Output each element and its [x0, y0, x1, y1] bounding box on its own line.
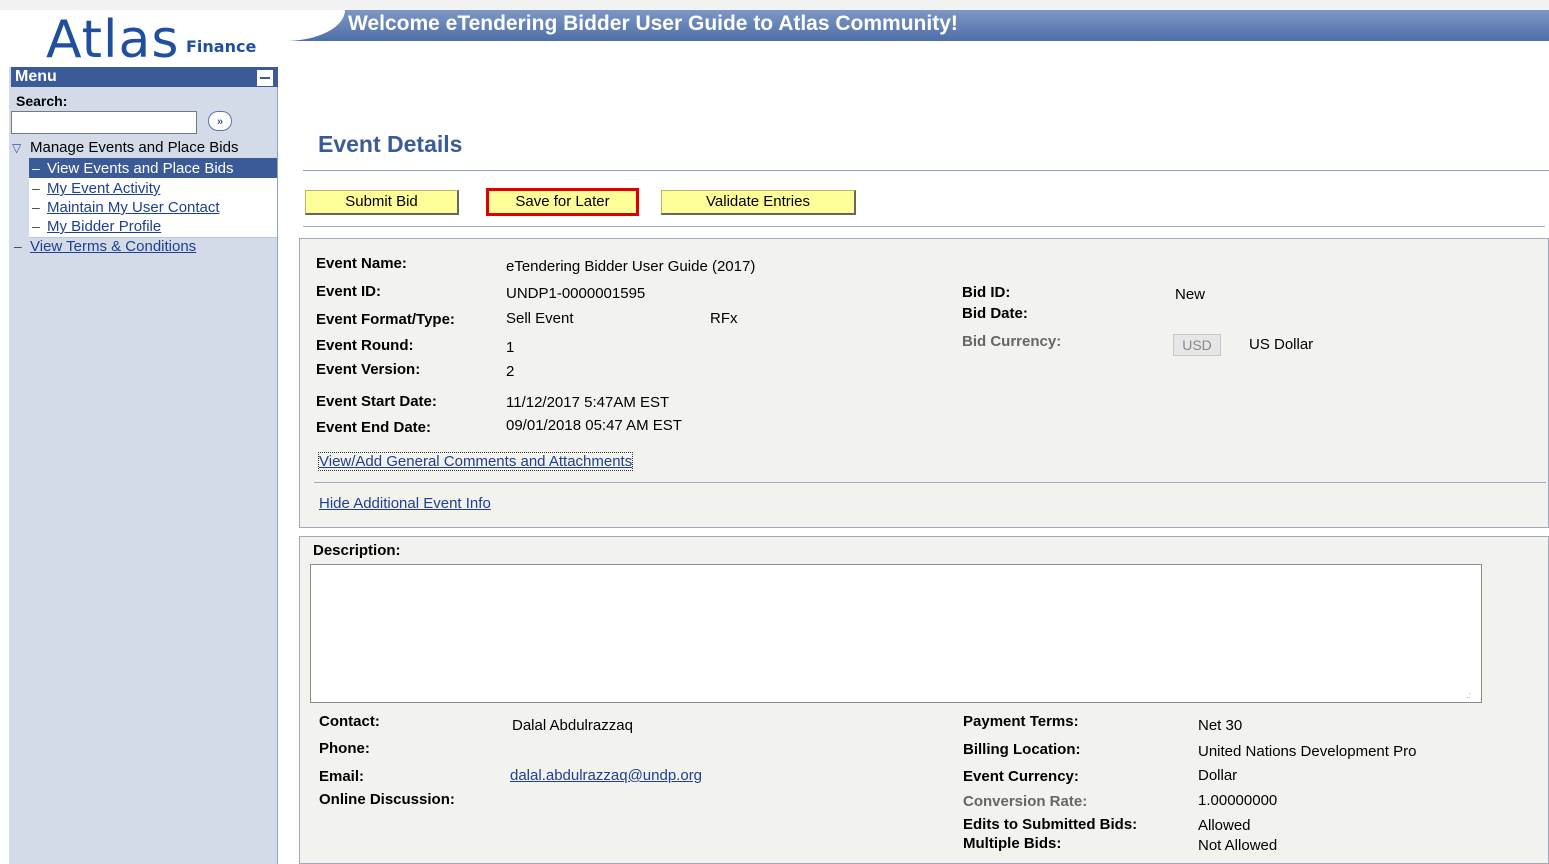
bid-currency-name: US Dollar — [1249, 336, 1314, 353]
contact-value: Dalal Abdulrazzaq — [512, 717, 633, 734]
event-round-value: 1 — [506, 339, 515, 356]
event-end-value: 09/01/2018 05:47 AM EST — [506, 417, 682, 434]
bid-currency-code-field: USD — [1173, 334, 1221, 356]
event-info-panel — [299, 238, 1549, 528]
conversion-rate-label: Conversion Rate: — [963, 793, 1088, 810]
search-go-icon[interactable]: » — [208, 111, 232, 131]
inner-divider — [314, 482, 1546, 483]
payment-terms-value: Net 30 — [1198, 717, 1243, 734]
event-id-label: Event ID: — [316, 283, 382, 300]
description-label: Description: — [313, 542, 401, 559]
event-id-value: UNDP1-0000001595 — [506, 285, 646, 302]
event-version-value: 2 — [506, 363, 515, 380]
search-input[interactable] — [11, 111, 197, 134]
event-name-value: eTendering Bidder User Guide (2017) — [506, 258, 756, 275]
logo-sub-text: Finance — [186, 37, 257, 56]
billing-location-value: United Nations Development Pro — [1198, 743, 1417, 760]
page-title: Event Details — [318, 131, 463, 157]
tree-dash: – — [14, 238, 22, 254]
sidebar-item-event-activity[interactable]: My Event Activity — [47, 180, 160, 197]
multiple-bids-label: Multiple Bids: — [963, 835, 1062, 852]
tree-dash: – — [32, 199, 40, 215]
nav-group-manage-events[interactable]: Manage Events and Place Bids — [30, 139, 238, 156]
event-format-label: Event Format/Type: — [316, 311, 455, 328]
logo-main-text: Atlas — [46, 10, 180, 70]
event-format-value: Sell Event — [506, 310, 574, 327]
sidebar-item-terms[interactable]: View Terms & Conditions — [30, 238, 196, 255]
edits-submitted-bids-label: Edits to Submitted Bids: — [963, 816, 1138, 833]
event-name-label: Event Name: — [316, 255, 407, 272]
event-start-value: 11/12/2017 5:47AM EST — [506, 394, 670, 411]
sidebar-item-view-events[interactable]: View Events and Place Bids — [47, 160, 234, 177]
event-start-label: Event Start Date: — [316, 393, 437, 410]
bid-date-label: Bid Date: — [962, 305, 1028, 322]
collapse-icon[interactable] — [257, 70, 273, 86]
submit-bid-button[interactable]: Submit Bid — [305, 190, 459, 215]
event-version-label: Event Version: — [316, 361, 421, 378]
top-strip — [0, 0, 1549, 10]
resize-grip-icon[interactable]: .: — [1466, 690, 1471, 700]
description-textarea[interactable] — [310, 564, 1482, 703]
payment-terms-label: Payment Terms: — [963, 713, 1079, 730]
contact-label: Contact: — [319, 713, 380, 730]
hide-event-info-link[interactable]: Hide Additional Event Info — [319, 495, 491, 512]
title-divider — [303, 170, 1549, 171]
multiple-bids-value: Not Allowed — [1198, 837, 1278, 854]
event-currency-value: Dollar — [1198, 767, 1238, 784]
tree-dash: – — [32, 160, 40, 176]
bid-currency-label: Bid Currency: — [962, 333, 1062, 350]
billing-location-label: Billing Location: — [963, 741, 1081, 758]
tree-dash: – — [32, 180, 40, 196]
conversion-rate-value: 1.00000000 — [1198, 792, 1278, 809]
event-round-label: Event Round: — [316, 337, 414, 354]
atlas-logo: Atlas Finance — [8, 10, 288, 68]
validate-entries-button[interactable]: Validate Entries — [661, 190, 856, 215]
phone-label: Phone: — [319, 740, 370, 757]
event-end-label: Event End Date: — [316, 419, 432, 436]
banner-text: Welcome eTendering Bidder User Guide to … — [348, 12, 958, 35]
edits-submitted-bids-value: Allowed — [1198, 817, 1251, 834]
sidebar-item-user-contact[interactable]: Maintain My User Contact — [47, 199, 220, 216]
save-for-later-button[interactable]: Save for Later — [486, 188, 639, 216]
event-type-value: RFx — [710, 310, 738, 327]
tree-dash: – — [32, 218, 40, 234]
menu-title: Menu — [15, 68, 57, 85]
bid-id-label: Bid ID: — [962, 284, 1011, 301]
email-label: Email: — [319, 768, 365, 785]
search-label: Search: — [16, 93, 68, 109]
button-divider — [303, 226, 1545, 227]
event-currency-label: Event Currency: — [963, 768, 1079, 785]
sidebar-item-bidder-profile[interactable]: My Bidder Profile — [47, 218, 161, 235]
comments-attachments-link[interactable]: View/Add General Comments and Attachment… — [317, 452, 634, 471]
online-discussion-label: Online Discussion: — [319, 791, 455, 808]
email-link[interactable]: dalal.abdulrazzaq@undp.org — [510, 767, 702, 784]
expand-triangle-icon[interactable]: ▽ — [12, 141, 21, 155]
bid-id-value: New — [1175, 286, 1206, 303]
